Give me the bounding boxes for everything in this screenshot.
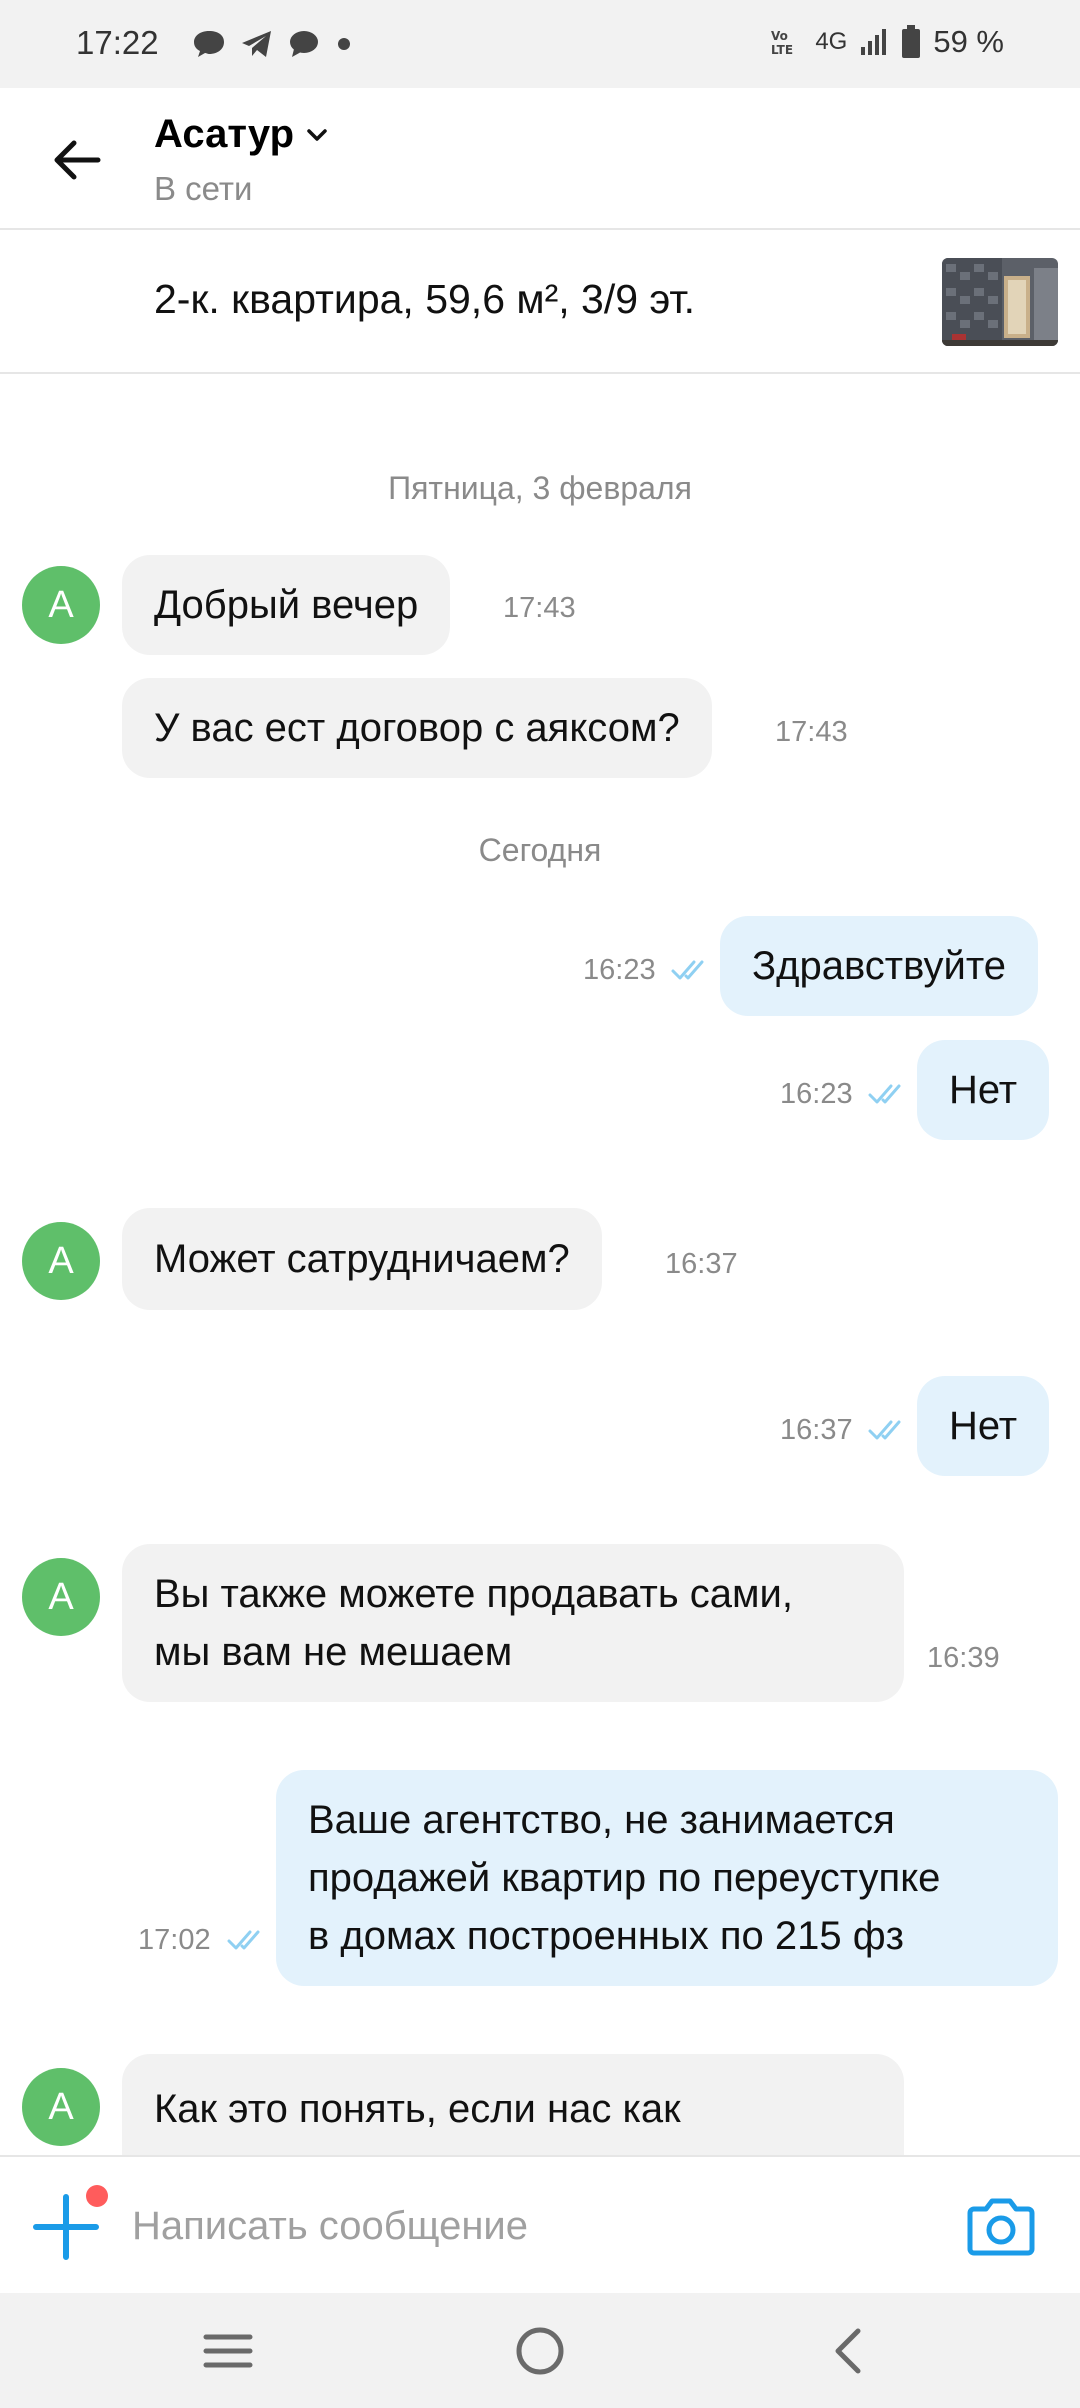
notification-icons <box>192 26 354 62</box>
contact-name-button[interactable]: Асатур <box>154 112 330 157</box>
message-text: Добрый вечер <box>154 583 419 627</box>
signal-icon <box>861 29 887 55</box>
message-time: 16:23 <box>780 1078 853 1110</box>
message-line: продажей квартир по переуступке <box>308 1856 941 1900</box>
read-checks-icon <box>868 1084 901 1104</box>
svg-text:LTE: LTE <box>771 43 793 57</box>
battery-percent: 59 % <box>933 24 1004 59</box>
message-line: Вы также можете продавать сами, <box>154 1572 793 1616</box>
telegram-icon <box>242 31 271 57</box>
outgoing-message[interactable]: Здравствуйте <box>720 916 1038 1016</box>
outgoing-message[interactable]: Ваше агентство, не занимается продажей к… <box>276 1770 1058 1986</box>
read-checks-icon <box>868 1420 901 1440</box>
message-line: в домах построенных по 215 фз <box>308 1914 904 1958</box>
message-time: 16:37 <box>665 1248 738 1280</box>
chevron-down-icon <box>307 128 327 141</box>
svg-text:Vo: Vo <box>771 29 788 43</box>
chat-header: Асатур В сети <box>0 88 1080 230</box>
message-text: Нет <box>949 1404 1018 1448</box>
date-separator: Сегодня <box>478 832 602 868</box>
avatar-letter: А <box>48 2085 74 2128</box>
home-icon[interactable] <box>510 2321 570 2381</box>
date-separator: Пятница, 3 февраля <box>388 470 692 506</box>
incoming-message[interactable]: Добрый вечер <box>122 555 451 655</box>
message-text: Нет <box>949 1068 1018 1112</box>
incoming-message[interactable]: Может сатрудничаем? <box>122 1208 602 1310</box>
message-icon <box>194 31 224 57</box>
message-input[interactable] <box>132 2187 932 2265</box>
incoming-message[interactable]: Вы также можете продавать сами, мы вам н… <box>122 1544 904 1702</box>
read-checks-icon <box>671 960 704 980</box>
message-time: 16:23 <box>583 954 656 986</box>
message-text: У вас ест договор с аяксом? <box>154 706 680 750</box>
listing-title: 2-к. квартира, 59,6 м², 3/9 эт. <box>154 276 696 322</box>
avatar-letter: А <box>48 583 74 626</box>
dot-icon <box>338 38 350 50</box>
incoming-message[interactable]: У вас ест договор с аяксом? <box>122 678 712 778</box>
system-nav-bar <box>0 2293 1080 2408</box>
listing-banner[interactable]: 2-к. квартира, 59,6 м², 3/9 эт. <box>0 230 1080 374</box>
system-status: Vo LTE 4G 59 % <box>769 24 1004 60</box>
message-text: Может сатрудничаем? <box>154 1237 570 1281</box>
back-arrow-icon[interactable] <box>48 132 104 188</box>
avatar[interactable]: А <box>22 2068 100 2146</box>
status-time: 17:22 <box>76 24 159 61</box>
volte-icon: VoLTE <box>771 29 793 57</box>
outgoing-message[interactable]: Нет <box>917 1376 1050 1476</box>
message-text: Как это понять, если нас как <box>154 2087 681 2131</box>
status-bar: 17:22 Vo LTE 4G 59 % <box>0 0 1080 88</box>
message-text: Здравствуйте <box>752 944 1006 988</box>
listing-thumbnail <box>942 258 1058 346</box>
contact-status: В сети <box>154 170 253 207</box>
message-line: мы вам не мешаем <box>154 1630 513 1674</box>
avatar-letter: А <box>48 1239 74 1282</box>
read-checks-icon <box>227 1930 260 1950</box>
contact-name: Асатур <box>154 112 295 156</box>
message-time: 17:43 <box>503 592 576 624</box>
recent-apps-icon[interactable] <box>198 2321 258 2381</box>
notification-dot <box>86 2185 108 2207</box>
outgoing-message[interactable]: Нет <box>917 1040 1050 1140</box>
back-nav-icon[interactable] <box>820 2321 880 2381</box>
message-time: 16:39 <box>927 1642 1000 1674</box>
message-line: Ваше агентство, не занимается <box>308 1798 895 1842</box>
avatar-letter: А <box>48 1575 74 1618</box>
avatar[interactable]: А <box>22 1558 100 1636</box>
message-time: 17:02 <box>138 1924 211 1956</box>
avatar[interactable]: А <box>22 566 100 644</box>
message-time: 16:37 <box>780 1414 853 1446</box>
avatar[interactable]: А <box>22 1222 100 1300</box>
battery-icon <box>902 25 921 58</box>
message-time: 17:43 <box>775 716 848 748</box>
message-composer <box>0 2155 1080 2293</box>
chat-icon <box>290 31 318 57</box>
camera-icon[interactable] <box>966 2193 1036 2257</box>
network-type: 4G <box>815 28 848 55</box>
